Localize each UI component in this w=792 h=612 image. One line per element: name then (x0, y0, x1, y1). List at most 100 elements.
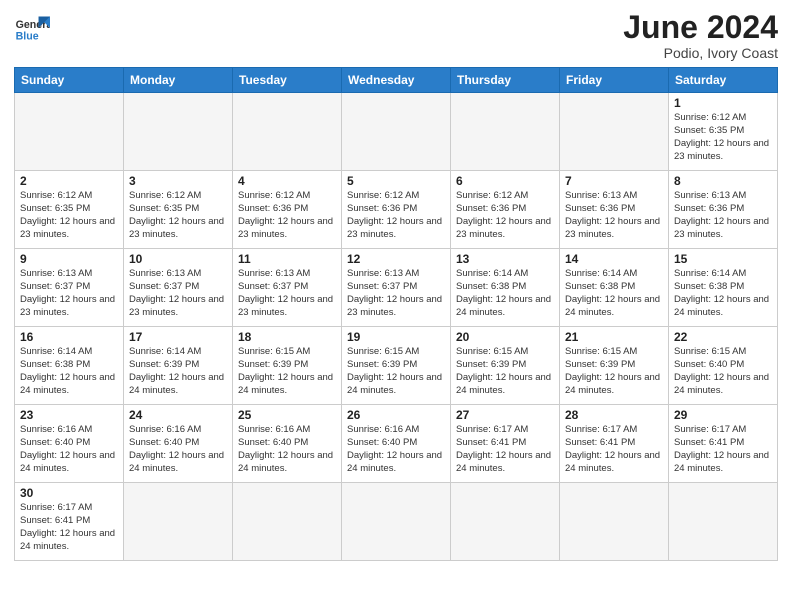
calendar-cell (560, 93, 669, 171)
calendar-cell: 1 Sunrise: 6:12 AM Sunset: 6:35 PM Daylig… (669, 93, 778, 171)
day-info: Sunrise: 6:17 AM Sunset: 6:41 PM Dayligh… (674, 424, 772, 475)
day-number: 26 (347, 408, 445, 422)
day-number: 27 (456, 408, 554, 422)
calendar-cell (669, 483, 778, 561)
day-number: 15 (674, 252, 772, 266)
day-info: Sunrise: 6:13 AM Sunset: 6:36 PM Dayligh… (565, 190, 663, 241)
day-number: 12 (347, 252, 445, 266)
day-number: 3 (129, 174, 227, 188)
day-number: 25 (238, 408, 336, 422)
calendar-cell: 19 Sunrise: 6:15 AM Sunset: 6:39 PM Dayli… (342, 327, 451, 405)
day-info: Sunrise: 6:16 AM Sunset: 6:40 PM Dayligh… (347, 424, 445, 475)
calendar-cell: 21 Sunrise: 6:15 AM Sunset: 6:39 PM Dayli… (560, 327, 669, 405)
day-info: Sunrise: 6:12 AM Sunset: 6:36 PM Dayligh… (347, 190, 445, 241)
calendar-cell: 24Sunrise: 6:16 AM Sunset: 6:40 PM Dayli… (124, 405, 233, 483)
calendar-cell: 12 Sunrise: 6:13 AM Sunset: 6:37 PM Dayli… (342, 249, 451, 327)
calendar-cell (233, 483, 342, 561)
calendar-cell: 27 Sunrise: 6:17 AM Sunset: 6:41 PM Dayli… (451, 405, 560, 483)
week-row-1: 1 Sunrise: 6:12 AM Sunset: 6:35 PM Daylig… (15, 93, 778, 171)
calendar-cell: 2 Sunrise: 6:12 AM Sunset: 6:35 PM Daylig… (15, 171, 124, 249)
day-info: Sunrise: 6:13 AM Sunset: 6:37 PM Dayligh… (238, 268, 336, 319)
day-number: 1 (674, 96, 772, 110)
day-number: 13 (456, 252, 554, 266)
day-number: 16 (20, 330, 118, 344)
weekday-header-saturday: Saturday (669, 68, 778, 93)
week-row-4: 16 Sunrise: 6:14 AM Sunset: 6:38 PM Dayli… (15, 327, 778, 405)
day-number: 22 (674, 330, 772, 344)
week-row-6: 30Sunrise: 6:17 AM Sunset: 6:41 PM Dayli… (15, 483, 778, 561)
day-info: Sunrise: 6:12 AM Sunset: 6:35 PM Dayligh… (129, 190, 227, 241)
day-info: Sunrise: 6:12 AM Sunset: 6:35 PM Dayligh… (674, 112, 772, 163)
day-info: Sunrise: 6:14 AM Sunset: 6:38 PM Dayligh… (20, 346, 118, 397)
calendar-cell: 23 Sunrise: 6:16 AM Sunset: 6:40 PM Dayli… (15, 405, 124, 483)
calendar-cell: 16 Sunrise: 6:14 AM Sunset: 6:38 PM Dayli… (15, 327, 124, 405)
calendar-cell: 4 Sunrise: 6:12 AM Sunset: 6:36 PM Daylig… (233, 171, 342, 249)
calendar-cell (124, 93, 233, 171)
generalblue-logo-icon: General Blue (14, 10, 50, 46)
calendar-cell (560, 483, 669, 561)
calendar-cell (451, 483, 560, 561)
day-number: 7 (565, 174, 663, 188)
day-number: 8 (674, 174, 772, 188)
calendar-cell (233, 93, 342, 171)
day-number: 17 (129, 330, 227, 344)
day-info: Sunrise: 6:17 AM Sunset: 6:41 PM Dayligh… (565, 424, 663, 475)
day-number: 4 (238, 174, 336, 188)
day-info: Sunrise: 6:17 AM Sunset: 6:41 PM Dayligh… (20, 502, 118, 553)
calendar-cell (15, 93, 124, 171)
week-row-2: 2 Sunrise: 6:12 AM Sunset: 6:35 PM Daylig… (15, 171, 778, 249)
day-info: Sunrise: 6:13 AM Sunset: 6:37 PM Dayligh… (129, 268, 227, 319)
day-info: Sunrise: 6:14 AM Sunset: 6:38 PM Dayligh… (456, 268, 554, 319)
calendar-title: June 2024 (623, 10, 778, 45)
calendar-cell: 28Sunrise: 6:17 AM Sunset: 6:41 PM Dayli… (560, 405, 669, 483)
calendar-cell: 10Sunrise: 6:13 AM Sunset: 6:37 PM Dayli… (124, 249, 233, 327)
title-block: June 2024 Podio, Ivory Coast (623, 10, 778, 61)
weekday-header-tuesday: Tuesday (233, 68, 342, 93)
day-info: Sunrise: 6:13 AM Sunset: 6:37 PM Dayligh… (20, 268, 118, 319)
day-number: 9 (20, 252, 118, 266)
calendar-cell: 17 Sunrise: 6:14 AM Sunset: 6:39 PM Dayli… (124, 327, 233, 405)
day-info: Sunrise: 6:14 AM Sunset: 6:39 PM Dayligh… (129, 346, 227, 397)
weekday-header-wednesday: Wednesday (342, 68, 451, 93)
calendar-cell: 3 Sunrise: 6:12 AM Sunset: 6:35 PM Daylig… (124, 171, 233, 249)
day-number: 23 (20, 408, 118, 422)
calendar-subtitle: Podio, Ivory Coast (623, 45, 778, 61)
day-info: Sunrise: 6:15 AM Sunset: 6:40 PM Dayligh… (674, 346, 772, 397)
week-row-3: 9 Sunrise: 6:13 AM Sunset: 6:37 PM Daylig… (15, 249, 778, 327)
calendar-cell: 6 Sunrise: 6:12 AM Sunset: 6:36 PM Daylig… (451, 171, 560, 249)
day-info: Sunrise: 6:12 AM Sunset: 6:35 PM Dayligh… (20, 190, 118, 241)
calendar-cell: 29 Sunrise: 6:17 AM Sunset: 6:41 PM Dayli… (669, 405, 778, 483)
day-info: Sunrise: 6:16 AM Sunset: 6:40 PM Dayligh… (238, 424, 336, 475)
day-info: Sunrise: 6:16 AM Sunset: 6:40 PM Dayligh… (20, 424, 118, 475)
calendar-cell: 11Sunrise: 6:13 AM Sunset: 6:37 PM Dayli… (233, 249, 342, 327)
day-info: Sunrise: 6:16 AM Sunset: 6:40 PM Dayligh… (129, 424, 227, 475)
day-info: Sunrise: 6:15 AM Sunset: 6:39 PM Dayligh… (238, 346, 336, 397)
weekday-header-sunday: Sunday (15, 68, 124, 93)
calendar-cell (342, 483, 451, 561)
day-info: Sunrise: 6:13 AM Sunset: 6:37 PM Dayligh… (347, 268, 445, 319)
weekday-header-friday: Friday (560, 68, 669, 93)
day-info: Sunrise: 6:17 AM Sunset: 6:41 PM Dayligh… (456, 424, 554, 475)
calendar-cell: 22 Sunrise: 6:15 AM Sunset: 6:40 PM Dayli… (669, 327, 778, 405)
calendar-cell: 8Sunrise: 6:13 AM Sunset: 6:36 PM Daylig… (669, 171, 778, 249)
weekday-header-monday: Monday (124, 68, 233, 93)
day-info: Sunrise: 6:15 AM Sunset: 6:39 PM Dayligh… (565, 346, 663, 397)
day-number: 21 (565, 330, 663, 344)
calendar-cell: 20Sunrise: 6:15 AM Sunset: 6:39 PM Dayli… (451, 327, 560, 405)
day-info: Sunrise: 6:12 AM Sunset: 6:36 PM Dayligh… (238, 190, 336, 241)
weekday-header-row: SundayMondayTuesdayWednesdayThursdayFrid… (15, 68, 778, 93)
svg-text:Blue: Blue (16, 30, 39, 42)
calendar-cell: 15Sunrise: 6:14 AM Sunset: 6:38 PM Dayli… (669, 249, 778, 327)
day-number: 29 (674, 408, 772, 422)
calendar-cell: 25 Sunrise: 6:16 AM Sunset: 6:40 PM Dayli… (233, 405, 342, 483)
day-number: 19 (347, 330, 445, 344)
day-number: 6 (456, 174, 554, 188)
day-number: 2 (20, 174, 118, 188)
day-info: Sunrise: 6:15 AM Sunset: 6:39 PM Dayligh… (347, 346, 445, 397)
day-info: Sunrise: 6:12 AM Sunset: 6:36 PM Dayligh… (456, 190, 554, 241)
calendar-cell: 26 Sunrise: 6:16 AM Sunset: 6:40 PM Dayli… (342, 405, 451, 483)
calendar-cell (451, 93, 560, 171)
day-info: Sunrise: 6:14 AM Sunset: 6:38 PM Dayligh… (565, 268, 663, 319)
calendar-cell: 13 Sunrise: 6:14 AM Sunset: 6:38 PM Dayli… (451, 249, 560, 327)
calendar-cell: 30Sunrise: 6:17 AM Sunset: 6:41 PM Dayli… (15, 483, 124, 561)
